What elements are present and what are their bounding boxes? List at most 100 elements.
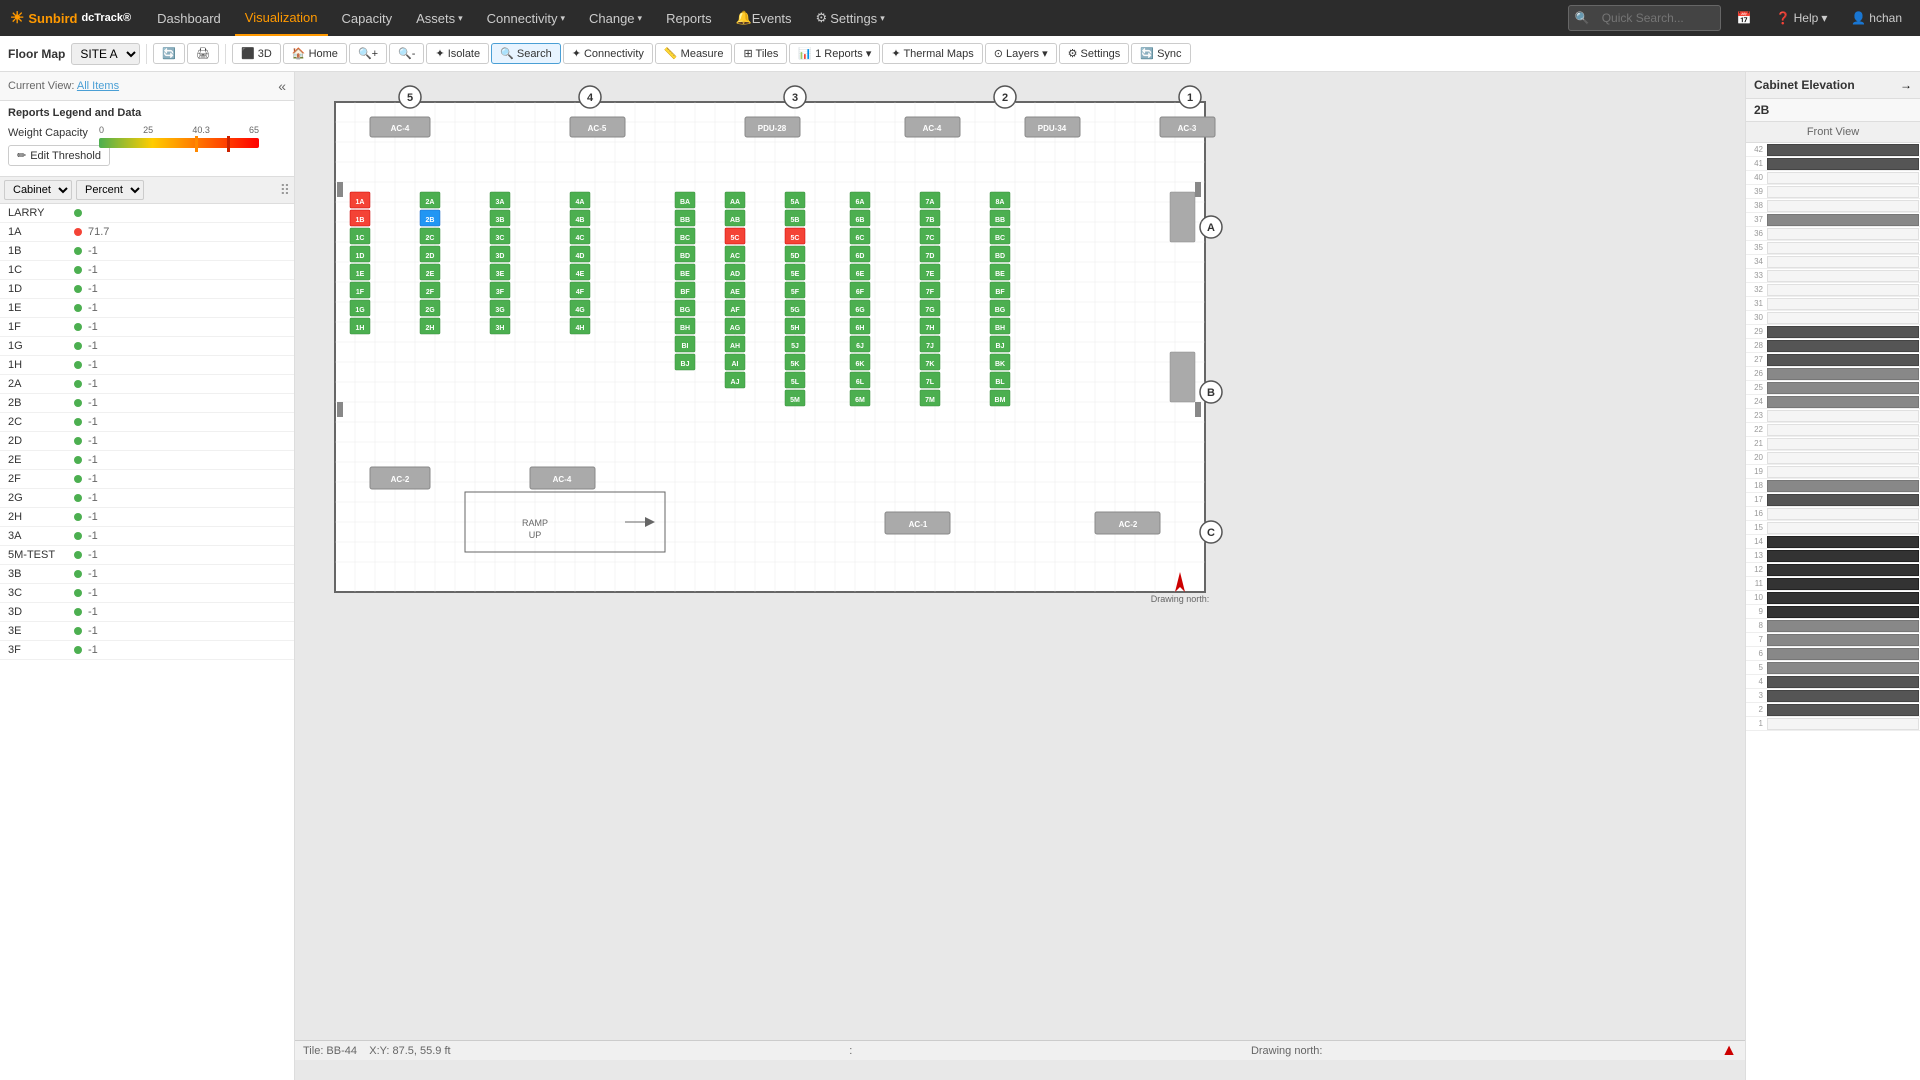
cabinet-row[interactable]: 1F -1 xyxy=(0,318,294,337)
cabinet-row[interactable]: 2E -1 xyxy=(0,451,294,470)
sync-button[interactable]: 🔄 Sync xyxy=(1131,43,1190,64)
svg-text:3F: 3F xyxy=(496,289,505,296)
rack-unit: 34 xyxy=(1746,255,1920,269)
cabinet-row[interactable]: LARRY xyxy=(0,204,294,223)
rack-unit: 7 xyxy=(1746,633,1920,647)
cabinet-row[interactable]: 1E -1 xyxy=(0,299,294,318)
measure-button[interactable]: 📏 Measure xyxy=(655,43,733,64)
svg-text:AH: AH xyxy=(730,343,740,350)
nav-help[interactable]: ❓ Help ▾ xyxy=(1768,11,1836,25)
cabinet-name: 3A xyxy=(8,530,68,542)
nav-user[interactable]: 👤 hchan xyxy=(1843,11,1910,25)
svg-text:2: 2 xyxy=(1002,92,1008,104)
svg-text:7B: 7B xyxy=(926,217,935,224)
tiles-button[interactable]: ⊞ Tiles xyxy=(734,43,787,64)
svg-text:7J: 7J xyxy=(926,343,934,350)
cabinet-row[interactable]: 3C -1 xyxy=(0,584,294,603)
rack-unit: 25 xyxy=(1746,381,1920,395)
rack-unit: 26 xyxy=(1746,367,1920,381)
nav-settings[interactable]: ⚙ Settings ▾ xyxy=(806,0,895,36)
nav-events[interactable]: 🔔 Events xyxy=(726,0,802,36)
cabinet-row[interactable]: 2D -1 xyxy=(0,432,294,451)
cabinet-name: 1H xyxy=(8,359,68,371)
refresh-button[interactable]: 🔄 xyxy=(153,43,185,64)
rack-unit: 40 xyxy=(1746,171,1920,185)
cabinet-row[interactable]: 1D -1 xyxy=(0,280,294,299)
svg-text:5C: 5C xyxy=(791,235,800,242)
svg-text:AC-2: AC-2 xyxy=(391,475,410,484)
rack-unit: 13 xyxy=(1746,549,1920,563)
cabinet-row[interactable]: 3A -1 xyxy=(0,527,294,546)
column2-select[interactable]: Percent Value xyxy=(76,180,144,200)
floor-map-svg[interactable]: 5 4 3 2 1 A B C xyxy=(305,82,1225,622)
cabinet-row[interactable]: 2C -1 xyxy=(0,413,294,432)
cabinet-row[interactable]: 1A 71.7 xyxy=(0,223,294,242)
rack-unit: 39 xyxy=(1746,185,1920,199)
svg-text:1H: 1H xyxy=(356,325,365,332)
nav-dashboard[interactable]: Dashboard xyxy=(147,0,231,36)
nav-visualization[interactable]: Visualization xyxy=(235,0,328,36)
settings-button[interactable]: ⚙ Settings xyxy=(1059,43,1130,64)
cabinet-row[interactable]: 2A -1 xyxy=(0,375,294,394)
nav-calendar[interactable]: 📅 xyxy=(1729,11,1760,25)
cabinet-row[interactable]: 2G -1 xyxy=(0,489,294,508)
svg-text:4B: 4B xyxy=(576,217,585,224)
cabinet-name: 1E xyxy=(8,302,68,314)
reports-button[interactable]: 📊 1 Reports ▾ xyxy=(789,43,880,64)
search-button[interactable]: 🔍 Search xyxy=(491,43,561,64)
nav-capacity[interactable]: Capacity xyxy=(332,0,403,36)
cabinet-row[interactable]: 3E -1 xyxy=(0,622,294,641)
home-button[interactable]: 🏠 Home xyxy=(283,43,347,64)
collapse-panel-button[interactable]: « xyxy=(278,78,286,94)
svg-text:RAMP: RAMP xyxy=(522,518,548,528)
svg-text:6H: 6H xyxy=(856,325,865,332)
column1-select[interactable]: Cabinet Name ID xyxy=(4,180,72,200)
cabinet-row[interactable]: 1C -1 xyxy=(0,261,294,280)
quick-search-input[interactable] xyxy=(1594,8,1714,28)
cabinet-row[interactable]: 2F -1 xyxy=(0,470,294,489)
svg-text:6F: 6F xyxy=(856,289,865,296)
cabinet-row[interactable]: 5M-TEST -1 xyxy=(0,546,294,565)
zoom-in-button[interactable]: 🔍+ xyxy=(349,43,387,64)
3d-button[interactable]: ⬛ 3D xyxy=(232,43,281,64)
cabinet-row[interactable]: 2B -1 xyxy=(0,394,294,413)
all-items-link[interactable]: All Items xyxy=(77,80,119,92)
svg-text:BD: BD xyxy=(995,253,1005,260)
rack-unit: 8 xyxy=(1746,619,1920,633)
nav-change[interactable]: Change ▾ xyxy=(579,0,652,36)
thermal-maps-button[interactable]: ✦ Thermal Maps xyxy=(882,43,982,64)
rack-unit: 4 xyxy=(1746,675,1920,689)
status-dot xyxy=(74,418,82,426)
status-dot xyxy=(74,532,82,540)
cabinet-row[interactable]: 1B -1 xyxy=(0,242,294,261)
map-area[interactable]: 5 4 3 2 1 A B C xyxy=(295,72,1745,1080)
edit-threshold-button[interactable]: ✏ Edit Threshold xyxy=(8,145,110,166)
zoom-out-button[interactable]: 🔍- xyxy=(389,43,424,64)
nav-reports[interactable]: Reports xyxy=(656,0,722,36)
site-select[interactable]: SITE A xyxy=(71,43,140,65)
cabinet-row[interactable]: 3D -1 xyxy=(0,603,294,622)
drag-handle[interactable]: ⠿ xyxy=(280,182,290,199)
nav-assets[interactable]: Assets ▾ xyxy=(406,0,473,36)
svg-text:2E: 2E xyxy=(426,271,435,278)
layers-button[interactable]: ⊙ Layers ▾ xyxy=(985,43,1057,64)
svg-text:BI: BI xyxy=(682,343,689,350)
nav-connectivity[interactable]: Connectivity ▾ xyxy=(477,0,575,36)
cabinet-row[interactable]: 3B -1 xyxy=(0,565,294,584)
rack-unit: 23 xyxy=(1746,409,1920,423)
cabinet-row[interactable]: 3F -1 xyxy=(0,641,294,660)
svg-text:3D: 3D xyxy=(496,253,505,260)
isolate-button[interactable]: ✦ Isolate xyxy=(426,43,489,64)
connectivity-button[interactable]: ✦ Connectivity xyxy=(563,43,653,64)
status-dot xyxy=(74,494,82,502)
rack-unit: 21 xyxy=(1746,437,1920,451)
svg-text:4H: 4H xyxy=(576,325,585,332)
cabinet-row[interactable]: 1H -1 xyxy=(0,356,294,375)
floor-map-canvas[interactable]: 5 4 3 2 1 A B C xyxy=(295,72,1745,1060)
rack-unit: 36 xyxy=(1746,227,1920,241)
cabinet-id: 2B xyxy=(1746,99,1920,122)
cabinet-row[interactable]: 1G -1 xyxy=(0,337,294,356)
print-button[interactable]: 🖨 xyxy=(187,43,219,64)
expand-elevation-button[interactable]: → xyxy=(1900,78,1912,92)
cabinet-row[interactable]: 2H -1 xyxy=(0,508,294,527)
